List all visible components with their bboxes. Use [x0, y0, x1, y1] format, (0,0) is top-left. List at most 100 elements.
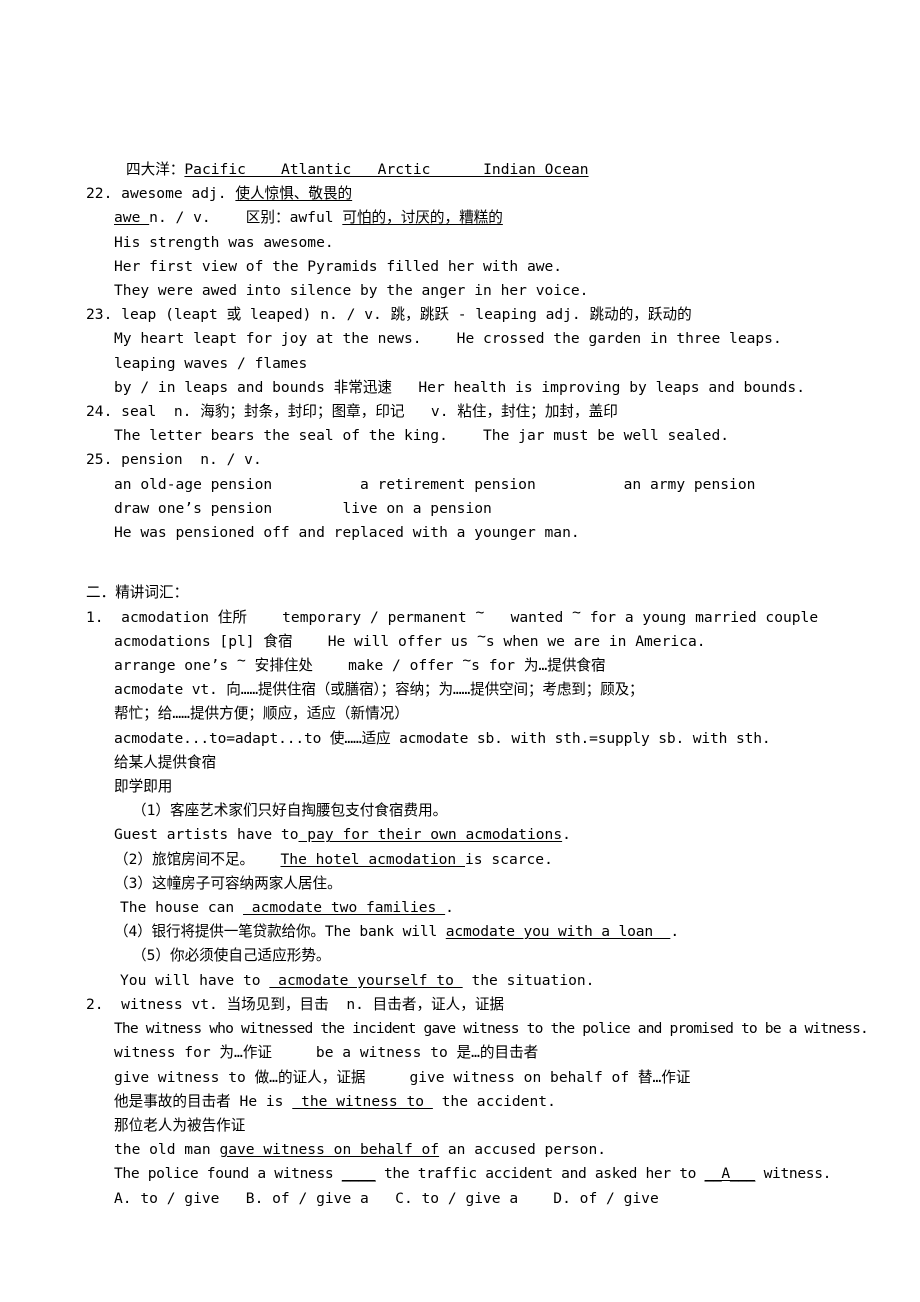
practice-1-suffix: . [562, 826, 571, 844]
entry-23-number: 23. [86, 306, 113, 324]
witness-question-suffix: witness. [755, 1165, 832, 1183]
section-two-heading: 二．精讲词汇： [86, 584, 189, 602]
practice-4-line: （4）银行将提供一笔贷款给你。The bank will acmodate yo… [86, 920, 876, 944]
awe-token: awe [114, 209, 150, 227]
witness-question-options: A. to / give B. of / give a C. to / give… [114, 1189, 659, 1207]
acm-seg-b: wanted [484, 608, 573, 626]
entry-22-awe-line: awe n. / v. 区别：awful 可怕的，讨厌的，糟糕的 [86, 206, 876, 230]
oceans-label: 四大洋： [126, 161, 185, 178]
entry-witness-headword-line: witness vt. 当场见到，目击 n. 目击者，证人，证据 [121, 995, 505, 1013]
tilde-icon: ~ [475, 603, 485, 621]
witness-question-mid: the traffic accident and asked her to [375, 1165, 705, 1183]
acm2-seg-a: acmodations [pl] 食宿 He will offer us [114, 632, 478, 650]
awful-definition: 可怕的，讨厌的，糟糕的 [342, 209, 503, 227]
tilde-icon: ~ [237, 652, 246, 670]
acm-line-6: acmodate...to=adapt...to 使……适应 acmodate … [114, 729, 771, 747]
acm-line-8: 即学即用 [114, 778, 173, 796]
answer-blank-1[interactable]: ____ [342, 1165, 376, 1182]
acm-line-2: acmodations [pl] 食宿 He will offer us ~s … [86, 627, 876, 654]
entry-25-head: 25. pension n. / v. [86, 448, 876, 472]
tilde-icon: ~ [462, 652, 472, 670]
practice-5-en: You will have to acmodate yourself to th… [86, 969, 876, 993]
practice-1-cn: （1）客座艺术家们只好自掏腰包支付食宿费用。 [132, 802, 448, 820]
oceans-line: 四大洋：Pacific Atlantic Arctic Indian Ocean [86, 158, 876, 182]
acm-seg-c: for a young married couple [580, 608, 819, 626]
entry-25-example-1: an old-age pension a retirement pension … [114, 475, 756, 493]
practice-4-answer: acmodate you with a loan [445, 923, 671, 941]
witness-practice-1-suffix: the accident. [432, 1092, 556, 1110]
practice-1-answer: pay for their own acmodations [298, 826, 563, 844]
paragraph-gap-small [86, 569, 876, 581]
practice-2-cn: （2）旅馆房间不足。 [114, 850, 255, 868]
entry-22-example-1: His strength was awesome. [114, 233, 334, 251]
acm3-seg-a: arrange one’s [114, 657, 238, 675]
entry-25-number: 25. [86, 451, 113, 469]
entry-22-example-3: They were awed into silence by the anger… [114, 282, 589, 300]
document-page: 四大洋：Pacific Atlantic Arctic Indian Ocean… [0, 0, 920, 1302]
entry-24-number: 24. [86, 403, 113, 421]
witness-line-1: The witness who witnessed the incident g… [114, 1020, 869, 1038]
practice-3-prefix: The house can [120, 899, 244, 917]
practice-4-prefix: （4）银行将提供一笔贷款给你。The bank will [114, 923, 446, 941]
witness-practice-2-en: the old man gave witness on behalf of an… [86, 1138, 876, 1162]
practice-3-en: The house can acmodate two families . [86, 896, 876, 920]
entry-2-number: 2. [86, 995, 104, 1013]
practice-5-answer: acmodate yourself to [269, 971, 463, 989]
document-body: 四大洋：Pacific Atlantic Arctic Indian Ocean… [86, 158, 876, 1211]
practice-5-cn: （5）你必须使自己适应形势。 [132, 947, 331, 965]
oceans-value: Pacific Atlantic Arctic Indian Ocean [184, 161, 589, 178]
entry-25-headword-line: pension n. / v. [121, 451, 262, 469]
witness-practice-2-prefix: the old man [114, 1141, 220, 1159]
acm3-seg-b: 安排住处 make / offer [245, 657, 463, 675]
witness-practice-2-suffix: an accused person. [439, 1141, 607, 1159]
entry-22-number: 22. [86, 185, 113, 203]
practice-1-en: Guest artists have to pay for their own … [86, 823, 876, 847]
entry-24-head: 24. seal n. 海豹；封条，封印；图章，印记 v. 粘住，封住；加封，盖… [86, 400, 876, 424]
witness-question-prefix: The police found a witness [114, 1165, 342, 1183]
entry-22-example-2: Her first view of the Pyramids filled he… [114, 257, 563, 275]
witness-line-3: give witness to 做…的证人，证据 give witness on… [114, 1068, 691, 1086]
acm-seg-a: acmodation 住所 temporary / permanent [121, 608, 476, 626]
entry-23-example-3: by / in leaps and bounds 非常迅速 Her health… [114, 378, 805, 396]
entry-acmodation-head: 1. acmodation 住所 temporary / permanent ~… [86, 604, 876, 630]
entry-24-example-1: The letter bears the seal of the king. T… [114, 427, 730, 445]
acm2-seg-b: s when we are in America. [485, 632, 706, 650]
witness-line-2: witness for 为…作证 be a witness to 是…的目击者 [114, 1044, 539, 1062]
entry-25-example-2: draw one’s pension live on a pension [114, 499, 492, 517]
practice-3-cn: （3）这幢房子可容纳两家人居住。 [114, 874, 342, 892]
entry-23-headword-line: leap (leapt 或 leaped) n. / v. 跳，跳跃 - lea… [121, 306, 692, 324]
acm-line-4: acmodate vt. 向……提供住宿（或膳宿）；容纳；为……提供空间；考虑到… [114, 681, 644, 699]
witness-practice-2-cn: 那位老人为被告作证 [114, 1116, 246, 1134]
practice-2-suffix: is scarce. [465, 850, 553, 868]
answer-blank-2[interactable]: __A___ [705, 1165, 756, 1182]
acm-line-1: acmodation 住所 temporary / permanent ~ wa… [121, 604, 818, 626]
entry-23-head: 23. leap (leapt 或 leaped) n. / v. 跳，跳跃 -… [86, 303, 876, 327]
entry-23-example-1: My heart leapt for joy at the news. He c… [114, 330, 782, 348]
tilde-icon: ~ [572, 603, 581, 621]
entry-22-head: 22. awesome adj. 使人惊惧、敬畏的 [86, 182, 876, 206]
entry-22-definition: 使人惊惧、敬畏的 [235, 185, 353, 203]
practice-4-suffix: . [670, 923, 679, 941]
witness-practice-2-answer: gave witness on behalf of [219, 1141, 440, 1159]
practice-3-answer: acmodate two families [243, 899, 446, 917]
awe-mid: n. / v. 区别：awful [149, 209, 343, 227]
practice-5-prefix: You will have to [120, 971, 270, 989]
witness-question: The police found a witness ____ the traf… [86, 1162, 876, 1186]
acm3-seg-c: s for 为…提供食宿 [471, 657, 606, 675]
entry-1-number: 1. [86, 608, 104, 626]
practice-5-suffix: the situation. [462, 971, 595, 989]
practice-2-line: （2）旅馆房间不足。 The hotel acmodation is scarc… [86, 848, 876, 872]
practice-2-answer: The hotel acmodation [280, 850, 466, 868]
entry-22-headword-line: awesome adj. [121, 185, 236, 203]
tilde-icon: ~ [477, 627, 486, 645]
practice-1-prefix: Guest artists have to [114, 826, 299, 844]
witness-practice-1-answer: the witness to [292, 1092, 433, 1110]
entry-23-example-2: leaping waves / flames [114, 354, 308, 372]
witness-practice-1-prefix: 他是事故的目击者 He is [114, 1092, 293, 1110]
entry-24-headword-line: seal n. 海豹；封条，封印；图章，印记 v. 粘住，封住；加封，盖印 [121, 403, 618, 421]
entry-witness-head: 2. witness vt. 当场见到，目击 n. 目击者，证人，证据 [86, 993, 876, 1017]
acm-line-3: arrange one’s ~ 安排住处 make / offer ~s for… [86, 652, 876, 678]
witness-practice-1: 他是事故的目击者 He is the witness to the accide… [86, 1090, 876, 1114]
practice-3-suffix: . [445, 899, 454, 917]
